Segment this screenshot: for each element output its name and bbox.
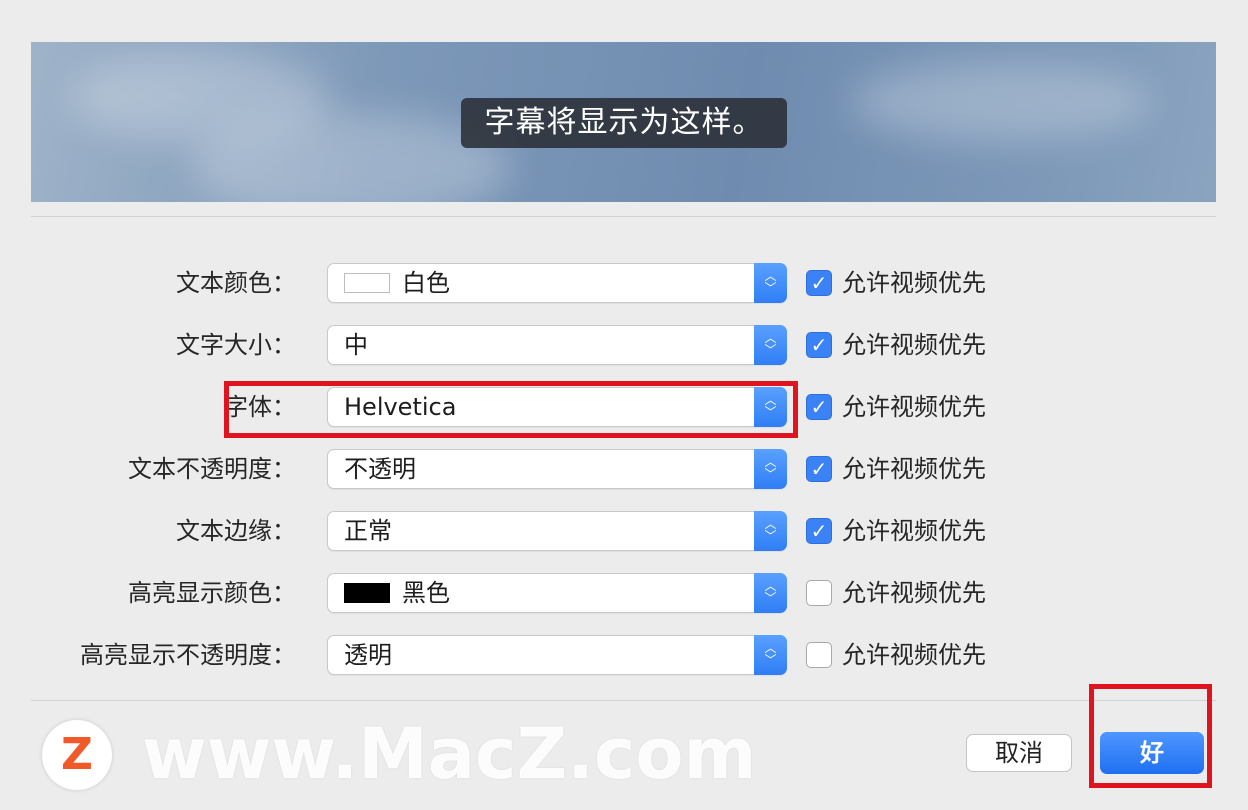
color-swatch: [344, 583, 390, 603]
cloud-decoration: [851, 62, 1151, 142]
text-edge-select[interactable]: 正常 ︿ ﹀: [327, 511, 787, 551]
divider: [31, 216, 1216, 217]
select-stepper-icon[interactable]: ︿ ﹀: [754, 449, 787, 489]
allow-video-label: 允许视频优先: [842, 331, 986, 359]
allow-video-checkbox[interactable]: ✓: [806, 456, 832, 482]
preview-caption: 字幕将显示为这样。: [461, 98, 787, 148]
text-color-label: 文本颜色：: [176, 269, 296, 297]
allow-video-checkbox[interactable]: ✓: [806, 332, 832, 358]
font-row-highlight: [224, 381, 798, 438]
select-stepper-icon[interactable]: ︿ ﹀: [754, 635, 787, 675]
select-stepper-icon[interactable]: ︿ ﹀: [754, 511, 787, 551]
color-swatch: [344, 273, 390, 293]
cancel-button[interactable]: 取消: [966, 734, 1072, 772]
allow-video-label: 允许视频优先: [842, 393, 986, 421]
allow-video-label: 允许视频优先: [842, 269, 986, 297]
allow-video-label: 允许视频优先: [842, 641, 986, 669]
allow-video-label: 允许视频优先: [842, 455, 986, 483]
select-value: 不透明: [344, 455, 416, 483]
select-value: 白色: [402, 269, 450, 297]
allow-video-checkbox[interactable]: [806, 580, 832, 606]
select-stepper-icon[interactable]: ︿ ﹀: [754, 573, 787, 613]
text-size-label: 文字大小：: [176, 331, 296, 359]
ok-button[interactable]: 好: [1100, 732, 1204, 774]
highlight-opacity-label: 高亮显示不透明度：: [80, 641, 296, 669]
highlight-color-select[interactable]: 黑色 ︿ ﹀: [327, 573, 787, 613]
macz-logo-icon: Z: [42, 720, 112, 790]
allow-video-checkbox[interactable]: ✓: [806, 394, 832, 420]
select-value: 正常: [344, 517, 392, 545]
allow-video-checkbox[interactable]: [806, 642, 832, 668]
select-value: 黑色: [402, 579, 450, 607]
text-color-select[interactable]: 白色 ︿ ﹀: [327, 263, 787, 303]
select-stepper-icon[interactable]: ︿ ﹀: [754, 325, 787, 365]
text-opacity-label: 文本不透明度：: [128, 455, 296, 483]
text-opacity-select[interactable]: 不透明 ︿ ﹀: [327, 449, 787, 489]
select-value: 透明: [344, 641, 392, 669]
divider: [31, 700, 1216, 701]
select-stepper-icon[interactable]: ︿ ﹀: [754, 263, 787, 303]
select-value: 中: [344, 331, 368, 359]
allow-video-checkbox[interactable]: ✓: [806, 270, 832, 296]
text-size-select[interactable]: 中 ︿ ﹀: [327, 325, 787, 365]
allow-video-label: 允许视频优先: [842, 517, 986, 545]
allow-video-label: 允许视频优先: [842, 579, 986, 607]
watermark-text: www.MacZ.com: [142, 713, 757, 795]
highlight-opacity-select[interactable]: 透明 ︿ ﹀: [327, 635, 787, 675]
allow-video-checkbox[interactable]: ✓: [806, 518, 832, 544]
highlight-color-label: 高亮显示颜色：: [128, 579, 296, 607]
text-edge-label: 文本边缘：: [176, 517, 296, 545]
